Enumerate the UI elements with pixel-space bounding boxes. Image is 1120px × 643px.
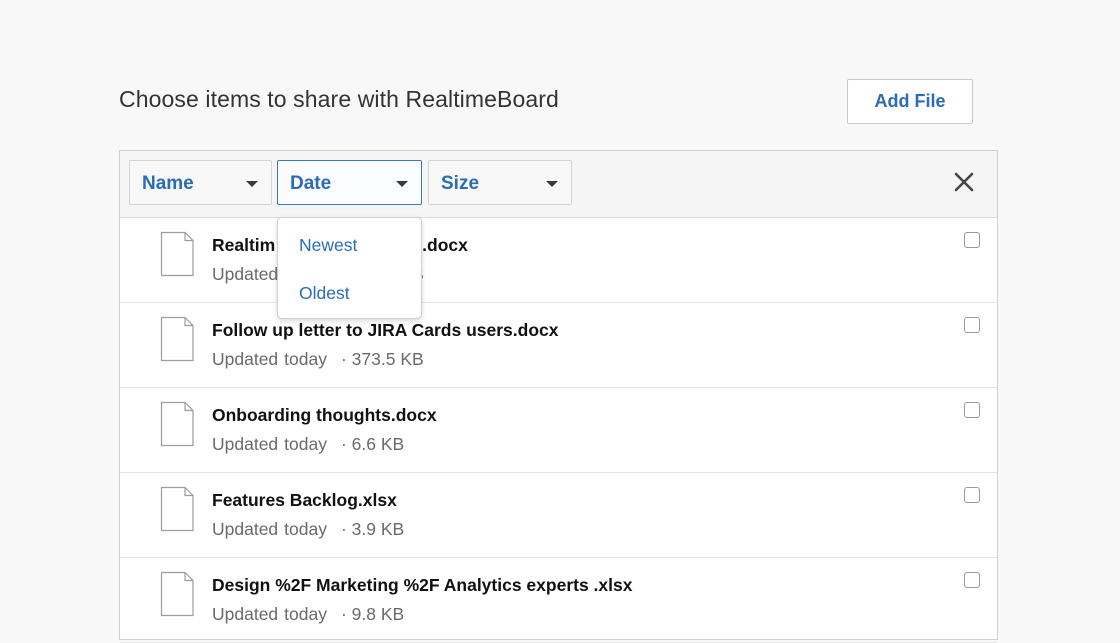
file-row[interactable]: Onboarding thoughts.docx Updated today · 6…: [120, 388, 997, 473]
document-icon: [158, 570, 196, 618]
file-date: today: [284, 434, 327, 454]
file-row[interactable]: Follow up letter to JIRA Cards users.doc…: [120, 303, 997, 388]
document-icon: [158, 230, 196, 278]
add-file-button[interactable]: Add File: [847, 79, 973, 124]
file-date: today: [284, 604, 327, 624]
file-meta: Updated today · 373.5 KB: [212, 349, 424, 370]
file-size: · 9.8 KB: [340, 604, 405, 624]
file-name: Follow up letter to JIRA Cards users.doc…: [212, 320, 559, 340]
file-updated-label: Updated: [212, 519, 279, 539]
file-size: · 373.5 KB: [340, 349, 424, 369]
file-updated-label: Updated: [212, 349, 279, 369]
menu-item-oldest[interactable]: Oldest: [299, 283, 350, 304]
file-panel: Name Date Size Realtim Updated Follow up…: [119, 150, 998, 643]
document-icon: [158, 315, 196, 363]
file-row[interactable]: Features Backlog.xlsx Updated today · 3.9 …: [120, 473, 997, 558]
file-name-start: Realtim: [212, 235, 276, 255]
file-meta: Updated today · 6.6 KB: [212, 434, 404, 455]
sort-date-dropdown[interactable]: Date: [277, 160, 422, 205]
file-meta: Updated today · 9.8 KB: [212, 604, 404, 625]
file-checkbox[interactable]: [964, 487, 980, 503]
file-updated-label: Updated: [212, 604, 279, 624]
sort-size-label: Size: [441, 173, 480, 194]
file-updated-label: Updated: [212, 264, 279, 284]
dialog-title: Choose items to share with RealtimeBoard: [119, 86, 559, 112]
date-sort-menu: Newest Oldest: [277, 217, 422, 319]
menu-item-newest[interactable]: Newest: [299, 235, 357, 256]
file-updated-label: Updated: [212, 434, 279, 454]
file-name: Features Backlog.xlsx: [212, 490, 397, 510]
file-checkbox[interactable]: [964, 317, 980, 333]
file-name: Design %2F Marketing %2F Analytics exper…: [212, 575, 633, 595]
chevron-down-icon: [396, 181, 408, 187]
file-meta: Updated today · 3.9 KB: [212, 519, 404, 540]
file-date: today: [284, 349, 327, 369]
file-checkbox[interactable]: [964, 232, 980, 248]
sort-date-label: Date: [290, 173, 332, 194]
sort-name-dropdown[interactable]: Name: [129, 160, 272, 205]
sort-size-dropdown[interactable]: Size: [428, 160, 572, 205]
file-list: Realtims Video.docx UpdatedB Follow up l…: [120, 218, 997, 643]
file-row[interactable]: Realtims Video.docx UpdatedB: [120, 218, 997, 303]
filter-bar: Name Date Size: [120, 151, 997, 218]
file-name: Onboarding thoughts.docx: [212, 405, 437, 425]
file-date: today: [284, 519, 327, 539]
document-icon: [158, 485, 196, 533]
file-row[interactable]: Design %2F Marketing %2F Analytics exper…: [120, 558, 997, 643]
chevron-down-icon: [546, 181, 558, 187]
file-checkbox[interactable]: [964, 402, 980, 418]
file-checkbox[interactable]: [964, 572, 980, 588]
close-icon[interactable]: [951, 169, 977, 195]
chevron-down-icon: [246, 181, 258, 187]
file-size: · 6.6 KB: [340, 434, 405, 454]
sort-name-label: Name: [142, 173, 194, 194]
file-size: · 3.9 KB: [340, 519, 405, 539]
document-icon: [158, 400, 196, 448]
